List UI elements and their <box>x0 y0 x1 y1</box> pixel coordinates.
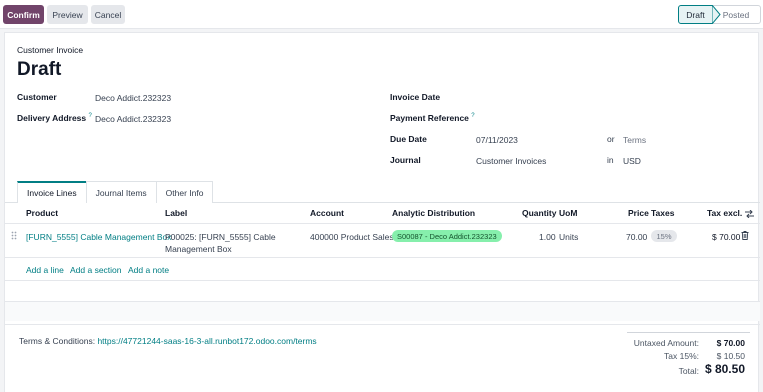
untaxed-value: $ 70.00 <box>716 338 745 348</box>
terms-link[interactable]: https://47721244-saas-16-3-all.runbot172… <box>97 336 316 346</box>
delivery-help-icon[interactable]: ? <box>89 113 92 119</box>
header-divider <box>5 223 760 224</box>
add-section-link[interactable]: Add a section <box>70 265 122 275</box>
delivery-address-label-text: Delivery Address <box>17 113 87 123</box>
currency-field[interactable]: USD <box>623 156 641 166</box>
empty-row <box>5 301 760 321</box>
in-text: in <box>607 155 614 165</box>
line-account[interactable]: 400000 Product Sales <box>310 232 394 242</box>
col-account[interactable]: Account <box>310 208 344 218</box>
tab-journal-items[interactable]: Journal Items <box>85 181 157 203</box>
invoice-date-field[interactable] <box>476 88 751 102</box>
drag-handle-icon[interactable] <box>11 231 17 240</box>
document-type: Customer Invoice <box>17 45 84 55</box>
payment-reference-field[interactable] <box>476 110 751 124</box>
trash-icon[interactable] <box>741 231 749 240</box>
control-panel: Confirm Preview Cancel Draft Posted <box>0 0 763 29</box>
col-label[interactable]: Label <box>165 208 187 218</box>
payment-reference-help-icon[interactable]: ? <box>471 113 474 119</box>
line-quantity[interactable]: 1.00 <box>539 232 556 242</box>
payment-reference-label-text: Payment Reference <box>390 113 469 123</box>
due-date-label: Due Date <box>390 134 427 144</box>
col-product[interactable]: Product <box>26 208 58 218</box>
due-date-field[interactable]: 07/11/2023 <box>476 135 518 145</box>
status-chevron-icon <box>712 5 721 24</box>
col-price[interactable]: Price <box>628 208 649 218</box>
preview-button[interactable]: Preview <box>47 5 88 24</box>
column-settings-icon[interactable] <box>745 210 754 218</box>
footer-divider <box>5 324 760 325</box>
terms-conditions: Terms & Conditions: https://47721244-saa… <box>19 336 317 346</box>
row-divider <box>5 257 760 258</box>
invoice-form-sheet: Customer Invoice Draft Customer Deco Add… <box>4 32 760 392</box>
line-subtotal: $ 70.00 <box>712 232 741 242</box>
col-analytic[interactable]: Analytic Distribution <box>392 208 475 218</box>
line-label-2[interactable]: Management Box <box>165 244 232 254</box>
tax-label: Tax 15%: <box>664 351 699 361</box>
journal-field[interactable]: Customer Invoices <box>476 156 546 166</box>
analytic-tag[interactable]: S00087 - Deco Addict.232323 <box>392 230 502 242</box>
delivery-address-label: Delivery Address ? <box>17 113 92 123</box>
status-draft[interactable]: Draft <box>678 5 713 24</box>
totals-divider <box>627 332 750 333</box>
customer-label: Customer <box>17 92 57 102</box>
delivery-address-field[interactable]: Deco Addict.232323 <box>95 114 171 124</box>
journal-label: Journal <box>390 155 421 165</box>
page-title: Draft <box>17 59 62 80</box>
add-line-link[interactable]: Add a line <box>26 265 64 275</box>
tax-tag[interactable]: 15% <box>651 230 677 242</box>
add-links-divider <box>5 280 760 281</box>
tab-invoice-lines[interactable]: Invoice Lines <box>17 181 87 203</box>
tab-other-info[interactable]: Other Info <box>155 181 214 203</box>
tax-value: $ 10.50 <box>716 351 745 361</box>
col-uom[interactable]: UoM <box>559 208 577 218</box>
col-taxes[interactable]: Taxes <box>651 208 674 218</box>
payment-reference-label: Payment Reference ? <box>390 113 475 123</box>
or-text: or <box>607 134 615 144</box>
total-value: $ 80.50 <box>704 362 745 376</box>
customer-field[interactable]: Deco Addict.232323 <box>95 93 171 103</box>
cancel-button[interactable]: Cancel <box>91 5 125 24</box>
col-quantity[interactable]: Quantity <box>522 208 556 218</box>
add-note-link[interactable]: Add a note <box>128 265 169 275</box>
line-price[interactable]: 70.00 <box>626 232 647 242</box>
payment-terms-field[interactable]: Terms <box>623 135 646 145</box>
confirm-button[interactable]: Confirm <box>3 5 44 24</box>
untaxed-label: Untaxed Amount: <box>633 338 699 348</box>
line-product[interactable]: [FURN_5555] Cable Management Box <box>26 232 172 242</box>
terms-label: Terms & Conditions: <box>19 336 96 346</box>
line-uom[interactable]: Units <box>559 232 578 242</box>
line-label-1[interactable]: P00025: [FURN_5555] Cable <box>165 232 276 242</box>
invoice-date-label: Invoice Date <box>390 92 441 102</box>
notebook-tabs: Invoice Lines Journal Items Other Info <box>17 181 214 203</box>
col-tax-excl[interactable]: Tax excl. <box>707 208 742 218</box>
